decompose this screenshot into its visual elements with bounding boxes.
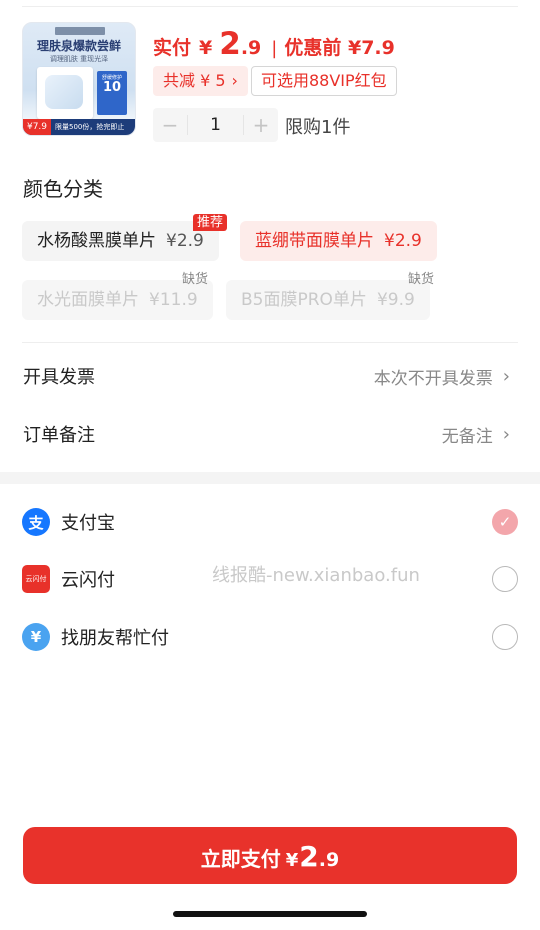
- product-thumbnail: 理肤泉爆款尝鲜 调理肌肤 重现光泽 舒缓修护 10 ¥7.9 限量500份，抢完…: [22, 22, 136, 136]
- check-icon[interactable]: ✓: [492, 509, 518, 535]
- discount-detail-button[interactable]: 共减 ¥ 5 ›: [153, 66, 248, 96]
- invoice-row[interactable]: 开具发票 本次不开具发票 ›: [23, 361, 510, 391]
- section-divider: [22, 342, 518, 343]
- thumbnail-title: 理肤泉爆款尝鲜: [36, 39, 121, 53]
- color-category-title: 颜色分类: [23, 177, 103, 201]
- product-box-image: 舒缓修护 10: [97, 71, 127, 115]
- pay-button-label: 立即支付: [200, 847, 281, 871]
- remark-label: 订单备注: [23, 425, 95, 446]
- top-divider: [22, 6, 518, 7]
- watermark: 线报酷-new.xianbao.fun: [212, 565, 420, 586]
- thumbnail-price-tag: ¥7.9: [23, 119, 51, 135]
- chevron-right-icon: ›: [231, 71, 238, 90]
- option-blue-bandage-mask[interactable]: 蓝绷带面膜单片 ¥2.9: [240, 221, 437, 261]
- paid-price-line: 实付 ¥ 2 .9 | 优惠前 ¥7.9: [153, 26, 395, 62]
- unionpay-icon: 云闪付: [22, 565, 50, 593]
- remark-row[interactable]: 订单备注 无备注 ›: [23, 419, 510, 449]
- option-name: B5面膜PRO单片: [241, 290, 367, 310]
- price-integer: 2: [219, 26, 241, 62]
- pay-button-decimal: .9: [318, 849, 340, 871]
- section-gap: [0, 472, 540, 484]
- currency-symbol: ¥: [199, 37, 213, 59]
- option-price: ¥2.9: [384, 231, 422, 251]
- payment-label: 找朋友帮忙付: [61, 628, 169, 649]
- invoice-label: 开具发票: [23, 367, 95, 388]
- option-name: 水杨酸黑膜单片: [37, 231, 156, 251]
- price-decimal: .9: [240, 37, 262, 59]
- pay-button-currency: ¥: [285, 850, 299, 871]
- chevron-right-icon: ›: [502, 423, 510, 445]
- quantity-input[interactable]: 1: [187, 115, 244, 135]
- remark-value: 无备注: [441, 426, 493, 447]
- alipay-icon: 支: [22, 508, 50, 536]
- paid-label: 实付: [153, 37, 192, 59]
- option-b5-mask-pro[interactable]: B5面膜PRO单片 ¥9.9: [226, 280, 430, 320]
- thumbnail-note: 限量500份，抢完即止: [55, 123, 125, 131]
- payment-option-alipay[interactable]: 支 支付宝 ✓: [22, 505, 518, 539]
- option-price: ¥2.9: [166, 231, 204, 251]
- thumbnail-subtitle: 调理肌肤 重现光泽: [49, 55, 109, 63]
- payment-option-friend-pay[interactable]: ¥ 找朋友帮忙付: [22, 620, 518, 654]
- price-separator: |: [271, 38, 278, 59]
- radio-button[interactable]: [492, 566, 518, 592]
- option-salicylic-black-mask[interactable]: 水杨酸黑膜单片 ¥2.9: [22, 221, 219, 261]
- invoice-value: 本次不开具发票: [373, 368, 493, 389]
- discount-text: 共减 ¥ 5: [163, 71, 226, 90]
- payment-label: 云闪付: [61, 570, 115, 591]
- mask-sheet-image: [37, 67, 93, 119]
- option-name: 蓝绷带面膜单片: [255, 231, 374, 251]
- purchase-limit: 限购1件: [285, 117, 351, 138]
- payment-label: 支付宝: [61, 513, 115, 534]
- pay-now-button[interactable]: 立即支付 ¥ 2 .9: [23, 827, 517, 884]
- radio-button[interactable]: [492, 624, 518, 650]
- original-price: 优惠前 ¥7.9: [284, 37, 395, 59]
- pay-button-integer: 2: [299, 840, 319, 873]
- out-of-stock-badge: 缺货: [182, 272, 209, 287]
- option-price: ¥9.9: [376, 290, 415, 310]
- option-name: 水光面膜单片: [37, 290, 139, 310]
- out-of-stock-badge: 缺货: [408, 272, 435, 287]
- brand-logo: [55, 27, 105, 35]
- friend-pay-icon: ¥: [22, 623, 50, 651]
- decrement-button[interactable]: −: [153, 113, 187, 137]
- chevron-right-icon: ›: [502, 365, 510, 387]
- increment-button[interactable]: +: [244, 113, 278, 137]
- home-indicator: [173, 911, 367, 917]
- vip-redpacket-button[interactable]: 可选用88VIP红包: [251, 66, 397, 96]
- option-price: ¥11.9: [149, 290, 198, 310]
- quantity-stepper: − 1 +: [153, 108, 278, 142]
- recommend-badge: 推荐: [193, 214, 228, 231]
